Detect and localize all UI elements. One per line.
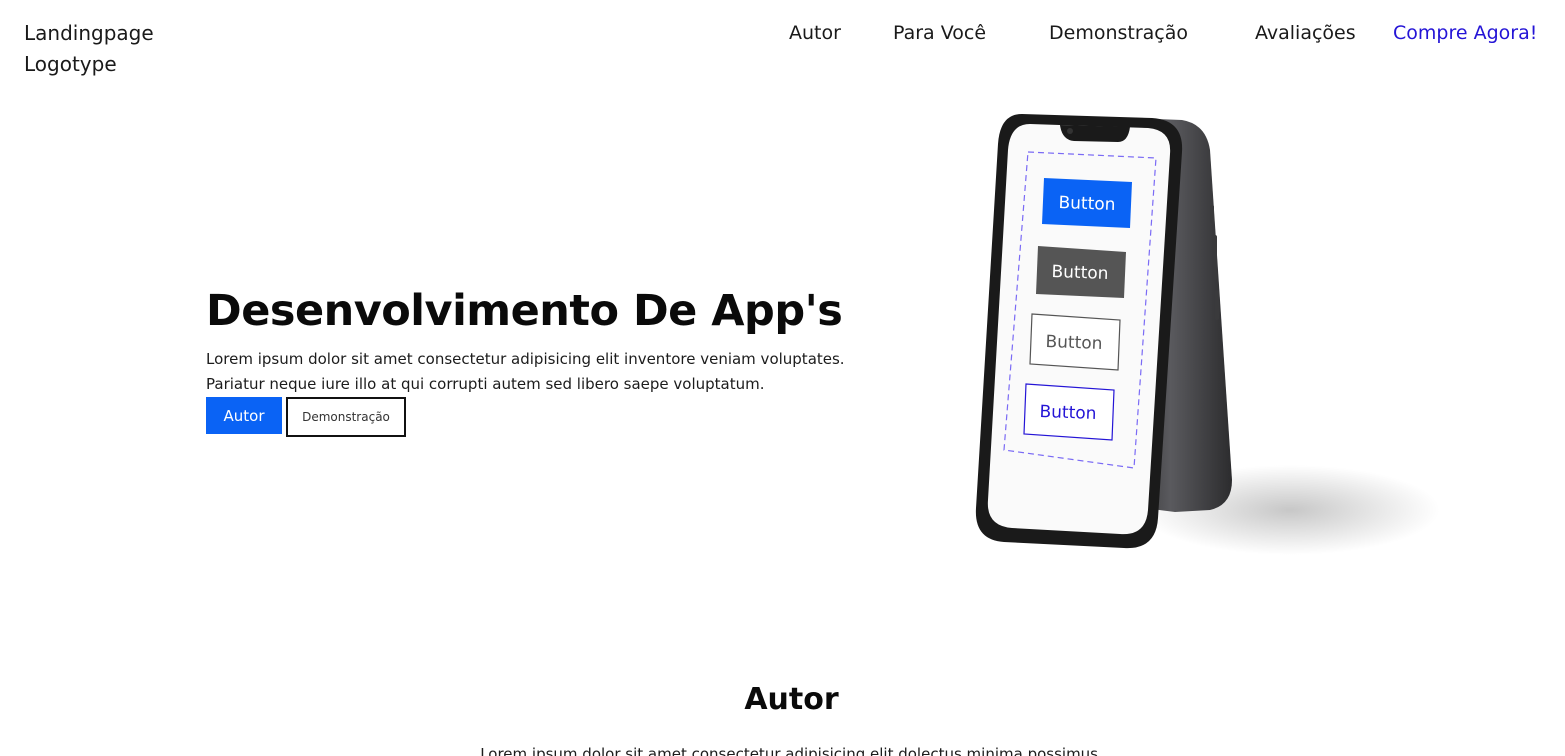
mock-button-outline-gray: Button (1029, 313, 1121, 371)
mock-button-dark: Button (1036, 246, 1126, 298)
phone-illustration-svg: Button Button Button Button (975, 114, 1440, 555)
autor-section-text: Lorem ipsum dolor sit amet consectetur a… (480, 745, 1103, 756)
main-nav: Autor Para Você Demonstração Avaliações … (0, 20, 1565, 48)
mock-button-label: Button (1045, 332, 1103, 354)
nav-link-para-voce[interactable]: Para Você (893, 20, 986, 46)
mock-button-primary: Button (1042, 178, 1132, 228)
logo-line-2: Logotype (24, 52, 117, 76)
autor-button[interactable]: Autor (206, 397, 282, 434)
hero-description: Lorem ipsum dolor sit amet consectetur a… (206, 350, 845, 393)
nav-link-avaliacoes[interactable]: Avaliações (1255, 20, 1356, 46)
nav-link-demonstracao[interactable]: Demonstração (1049, 20, 1188, 46)
side-button-icon (1215, 290, 1219, 320)
side-button-icon (1213, 235, 1217, 280)
autor-section-title: Autor (744, 682, 839, 717)
landing-page: Landingpage Logotype Autor Para Você Dem… (0, 0, 1565, 756)
mock-button-outline-blue: Button (1023, 383, 1115, 441)
hero-title: Desenvolvimento De App's (206, 286, 843, 336)
phone-illustration: Button Button Button Button (960, 100, 1440, 580)
side-button-icon (1210, 205, 1214, 223)
mock-button-label: Button (1058, 193, 1116, 215)
mock-button-label: Button (1051, 262, 1109, 284)
camera-icon (1067, 128, 1073, 134)
mock-button-label: Button (1039, 402, 1097, 424)
nav-link-autor[interactable]: Autor (789, 20, 841, 46)
demonstracao-button[interactable]: Demonstração (286, 397, 406, 437)
nav-link-compre-agora[interactable]: Compre Agora! (1393, 20, 1537, 46)
